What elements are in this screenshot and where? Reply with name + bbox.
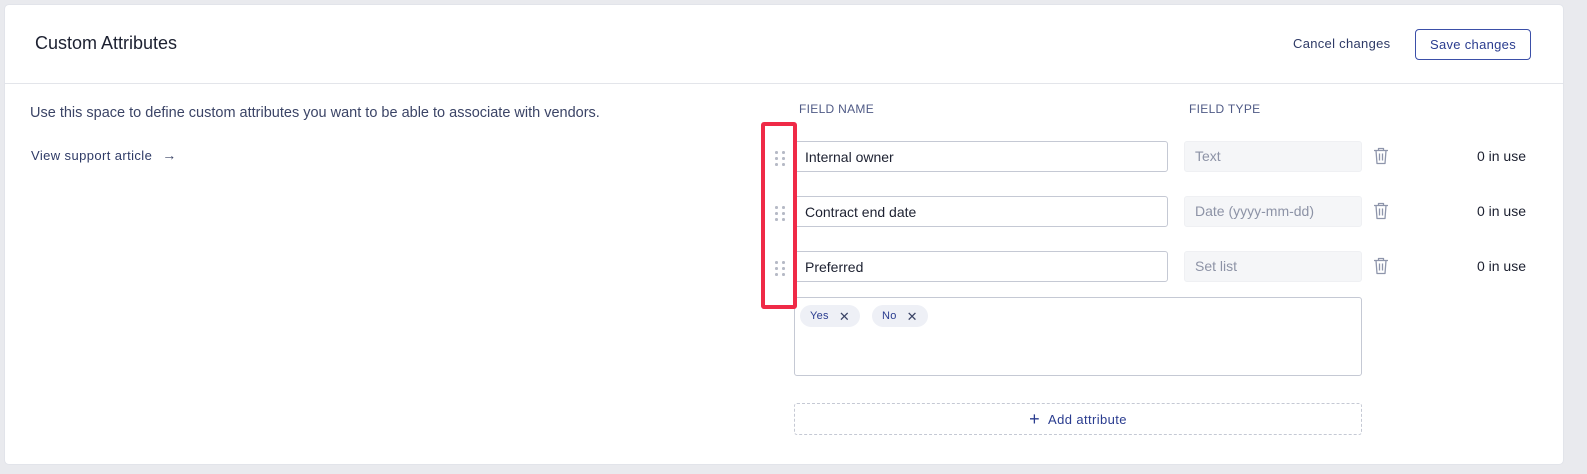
- card-header: Custom Attributes Cancel changes Save ch…: [5, 5, 1563, 84]
- field-type-select[interactable]: Set list: [1184, 251, 1362, 282]
- attribute-row: Set list 0 in use: [0, 251, 1587, 283]
- add-attribute-label: Add attribute: [1048, 411, 1127, 427]
- attribute-row: Date (yyyy-mm-dd) 0 in use: [0, 196, 1587, 228]
- custom-attributes-card: Custom Attributes Cancel changes Save ch…: [5, 5, 1563, 464]
- field-name-column-header: FIELD NAME: [799, 102, 875, 116]
- option-chip-label: No: [882, 310, 897, 322]
- usage-count: 0 in use: [1476, 258, 1526, 274]
- plus-icon: +: [1029, 409, 1040, 429]
- usage-count: 0 in use: [1476, 148, 1526, 164]
- attribute-row: Text 0 in use: [0, 141, 1587, 173]
- usage-count: 0 in use: [1476, 203, 1526, 219]
- drag-handle-icon[interactable]: [775, 261, 787, 276]
- option-chip-label: Yes: [810, 310, 829, 322]
- drag-handle-icon[interactable]: [775, 151, 787, 166]
- set-list-options-input[interactable]: Yes ✕ No ✕: [794, 297, 1362, 376]
- remove-option-icon[interactable]: ✕: [907, 310, 918, 323]
- field-type-select[interactable]: Text: [1184, 141, 1362, 172]
- add-attribute-button[interactable]: + Add attribute: [794, 403, 1362, 435]
- description-text: Use this space to define custom attribut…: [30, 105, 600, 121]
- trash-icon[interactable]: [1373, 147, 1389, 165]
- field-name-input[interactable]: [794, 196, 1168, 227]
- remove-option-icon[interactable]: ✕: [839, 310, 850, 323]
- page-title: Custom Attributes: [35, 33, 178, 53]
- trash-icon[interactable]: [1373, 257, 1389, 275]
- field-name-input[interactable]: [794, 251, 1168, 282]
- cancel-changes-button[interactable]: Cancel changes: [1293, 36, 1390, 51]
- trash-icon[interactable]: [1373, 202, 1389, 220]
- field-name-input[interactable]: [794, 141, 1168, 172]
- field-type-select[interactable]: Date (yyyy-mm-dd): [1184, 196, 1362, 227]
- option-chip: Yes ✕: [800, 305, 861, 327]
- drag-handle-icon[interactable]: [775, 206, 787, 221]
- option-chip: No ✕: [872, 305, 928, 327]
- save-changes-button[interactable]: Save changes: [1415, 29, 1531, 60]
- field-type-column-header: FIELD TYPE: [1189, 102, 1261, 116]
